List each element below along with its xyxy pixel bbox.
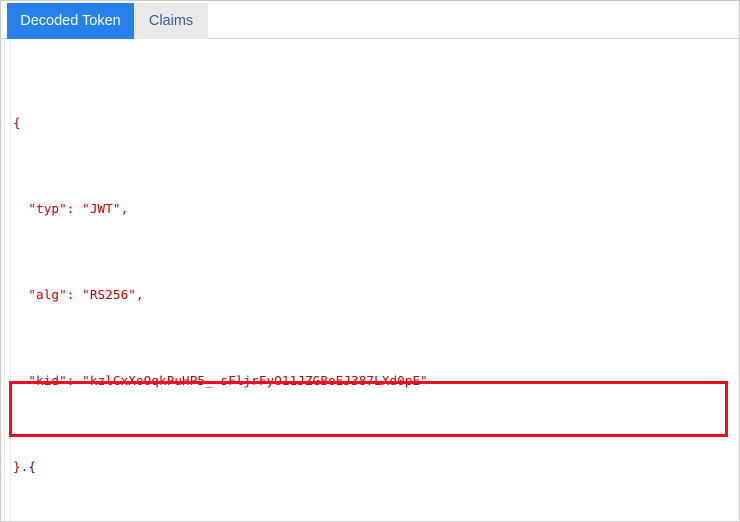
- code-line-kid: "kid": "kzlCxXoOqkPuHP5_-sFljrFyO11JZGBo…: [13, 372, 737, 389]
- tab-decoded-token[interactable]: Decoded Token: [7, 3, 134, 39]
- tab-decoded-token-label: Decoded Token: [20, 13, 121, 29]
- tab-bar: Decoded Token Claims: [1, 1, 739, 39]
- claim-key-kid: "kid": [28, 372, 67, 388]
- claim-value-kid: "kzlCxXoOqkPuHP5_-sFljrFyO11JZGBoEJ387LX…: [82, 372, 428, 388]
- claim-key-alg: "alg": [28, 286, 67, 302]
- tab-claims[interactable]: Claims: [134, 3, 208, 39]
- colon: :: [66, 372, 83, 388]
- claim-value-alg: "RS256",: [82, 286, 144, 302]
- colon: :: [66, 286, 83, 302]
- tab-claims-label: Claims: [148, 13, 194, 29]
- code-line-open-brace: {: [13, 114, 737, 131]
- colon: :: [66, 200, 83, 216]
- code-line-alg: "alg": "RS256",: [13, 286, 737, 303]
- gutter-rule-outer: [4, 40, 5, 521]
- claim-value-typ: "JWT",: [82, 200, 129, 216]
- json-open-brace-payload: {: [28, 458, 37, 474]
- decoded-token-code-pane[interactable]: { "typ": "JWT", "alg": "RS256", "kid": "…: [1, 40, 739, 521]
- code-line-typ: "typ": "JWT",: [13, 200, 737, 217]
- json-close-brace-header: }: [13, 458, 21, 474]
- decoded-token-json: { "typ": "JWT", "alg": "RS256", "kid": "…: [13, 45, 737, 521]
- json-open-brace: {: [13, 114, 21, 130]
- gutter-rule-inner: [10, 40, 11, 521]
- claim-key-typ: "typ": [28, 200, 67, 216]
- code-line-section-separator: }.{: [13, 458, 737, 475]
- decoded-token-window: Decoded Token Claims { "typ": "JWT", "al…: [0, 0, 740, 522]
